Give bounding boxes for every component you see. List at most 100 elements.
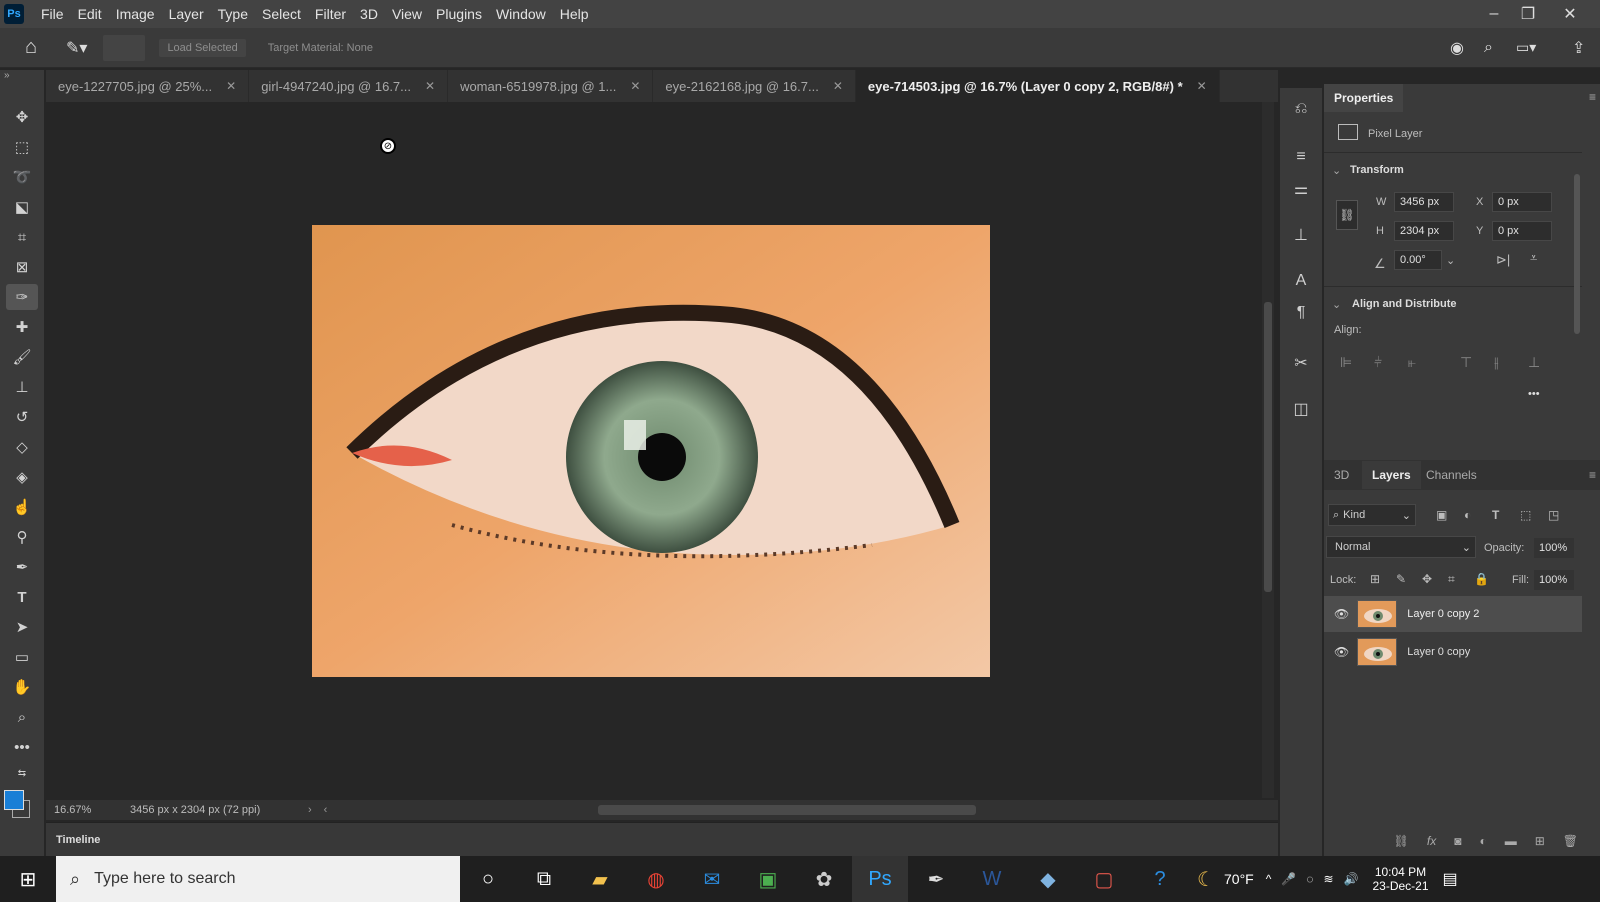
flip-horizontal-icon[interactable]: ⊳|: [1496, 252, 1510, 268]
align-top-icon[interactable]: ⊤: [1460, 354, 1472, 371]
layer-name[interactable]: Layer 0 copy 2: [1407, 608, 1479, 620]
filter-type-icon[interactable]: T: [1492, 508, 1499, 522]
menu-image[interactable]: Image: [109, 0, 162, 28]
close-icon[interactable]: ✕: [630, 79, 640, 93]
layer-row[interactable]: 👁 Layer 0 copy: [1324, 634, 1582, 670]
tab-channels[interactable]: Channels: [1416, 461, 1487, 489]
cortana-icon[interactable]: ○: [460, 856, 516, 902]
tab-document[interactable]: eye-1227705.jpg @ 25%... ✕: [46, 70, 250, 102]
timeline-tab[interactable]: Timeline: [46, 834, 100, 846]
workspace-icon[interactable]: ▭▾: [1516, 39, 1536, 56]
collapse-toolbar-icon[interactable]: »: [4, 70, 10, 81]
task-view-icon[interactable]: ⧉: [516, 856, 572, 902]
swap-colors-icon[interactable]: ⇆: [6, 760, 38, 786]
align-section-title[interactable]: Align and Distribute: [1352, 298, 1457, 310]
libraries-icon[interactable]: ◫: [1286, 396, 1316, 422]
horizontal-scrollbar-thumb[interactable]: [598, 805, 976, 815]
panel-menu-icon[interactable]: ≡: [1589, 90, 1596, 104]
lasso-tool-icon[interactable]: ➰: [6, 164, 38, 190]
tab-document[interactable]: eye-2162168.jpg @ 16.7... ✕: [653, 70, 856, 102]
tools-icon[interactable]: ✂: [1286, 350, 1316, 376]
layer-name[interactable]: Layer 0 copy: [1407, 646, 1470, 658]
paragraph-icon[interactable]: ¶: [1286, 300, 1316, 326]
search-icon[interactable]: ⌕: [1484, 39, 1493, 57]
lock-transparent-icon[interactable]: ⊞: [1370, 572, 1380, 586]
eraser-tool-icon[interactable]: ◇: [6, 434, 38, 460]
menu-help[interactable]: Help: [553, 0, 596, 28]
adjustments-icon[interactable]: ⚌: [1286, 176, 1316, 202]
menu-layer[interactable]: Layer: [162, 0, 211, 28]
opacity-field[interactable]: 100%: [1534, 538, 1574, 558]
link-layers-icon[interactable]: ⛓: [1394, 834, 1409, 848]
close-icon[interactable]: ✕: [833, 79, 843, 93]
word-icon[interactable]: W: [964, 856, 1020, 902]
angle-dropdown-icon[interactable]: ⌄: [1446, 254, 1455, 267]
wifi-icon[interactable]: ≋: [1323, 872, 1333, 886]
history-icon[interactable]: ⎌: [1286, 96, 1316, 122]
eyedropper-tool-icon[interactable]: ✑: [6, 284, 38, 310]
y-field[interactable]: 0 px: [1492, 221, 1552, 241]
tab-properties[interactable]: Properties: [1324, 84, 1404, 112]
menu-select[interactable]: Select: [255, 0, 308, 28]
weather-temperature[interactable]: 70°F: [1224, 871, 1254, 887]
filter-adjustment-icon[interactable]: ◐: [1464, 508, 1471, 522]
link-icon[interactable]: ⛓: [1336, 200, 1358, 230]
close-icon[interactable]: ✕: [425, 79, 435, 93]
file-explorer-icon[interactable]: ▰: [572, 856, 628, 902]
layer-row-selected[interactable]: 👁 Layer 0 copy 2: [1324, 596, 1582, 632]
lock-artboard-icon[interactable]: ⌗: [1448, 572, 1455, 587]
app-icon[interactable]: ▢: [1076, 856, 1132, 902]
paint-bucket-tool-icon[interactable]: ◈: [6, 464, 38, 490]
brush-tool-icon[interactable]: 🖌: [6, 344, 38, 370]
mail-icon[interactable]: ✉: [684, 856, 740, 902]
visibility-eye-icon[interactable]: 👁: [1334, 607, 1349, 621]
microphone-icon[interactable]: 🎤: [1281, 872, 1296, 886]
healing-brush-tool-icon[interactable]: ✚: [6, 314, 38, 340]
tab-document[interactable]: woman-6519978.jpg @ 1... ✕: [448, 70, 654, 102]
align-center-icon[interactable]: ⫩: [1374, 354, 1382, 371]
fill-field[interactable]: 100%: [1534, 570, 1574, 590]
quick-selection-tool-icon[interactable]: ✎▾: [66, 38, 87, 58]
more-options-icon[interactable]: •••: [1528, 388, 1540, 400]
filter-kind-dropdown[interactable]: ⌕ Kind ⌄: [1328, 504, 1416, 526]
scrollbar-thumb[interactable]: [1264, 302, 1272, 592]
more-tools-icon[interactable]: •••: [6, 734, 38, 760]
help-icon[interactable]: ?: [1132, 856, 1188, 902]
document-image[interactable]: [312, 225, 990, 677]
volume-icon[interactable]: 🔊: [1344, 872, 1359, 886]
lock-all-icon[interactable]: 🔒: [1474, 572, 1489, 586]
minimize-icon[interactable]: –: [1476, 0, 1512, 28]
foreground-color-swatch[interactable]: [4, 790, 24, 810]
hand-tool-icon[interactable]: ✋: [6, 674, 38, 700]
menu-file[interactable]: File: [34, 0, 71, 28]
object-selection-tool-icon[interactable]: ⬕: [6, 194, 38, 220]
angle-field[interactable]: 0.00°: [1394, 250, 1442, 270]
lock-position-icon[interactable]: ✥: [1422, 572, 1432, 586]
app-icon[interactable]: ✿: [796, 856, 852, 902]
align-bottom-icon[interactable]: ⊥: [1528, 354, 1540, 371]
app-icon[interactable]: ◆: [1020, 856, 1076, 902]
add-mask-icon[interactable]: ◙: [1454, 834, 1461, 848]
notifications-icon[interactable]: ▤: [1443, 869, 1458, 889]
chevron-down-icon[interactable]: ⌄: [1332, 298, 1341, 311]
history-brush-tool-icon[interactable]: ↺: [6, 404, 38, 430]
align-left-icon[interactable]: ⊫: [1340, 354, 1352, 371]
menu-3d[interactable]: 3D: [353, 0, 385, 28]
trash-icon[interactable]: 🗑: [1563, 834, 1578, 848]
crop-tool-icon[interactable]: ⌗: [6, 224, 38, 250]
rectangle-tool-icon[interactable]: ▭: [6, 644, 38, 670]
new-group-icon[interactable]: ▬: [1505, 834, 1517, 848]
status-arrow-icon[interactable]: ›: [308, 804, 312, 816]
menu-window[interactable]: Window: [489, 0, 553, 28]
smudge-tool-icon[interactable]: ☝: [6, 494, 38, 520]
visibility-eye-icon[interactable]: 👁: [1334, 645, 1349, 659]
blend-mode-dropdown[interactable]: Normal ⌄: [1326, 536, 1476, 558]
load-selected-button[interactable]: Load Selected: [159, 38, 246, 57]
type-tool-icon[interactable]: T: [6, 584, 38, 610]
clone-stamp-tool-icon[interactable]: ⊥: [6, 374, 38, 400]
zoom-tool-icon[interactable]: ⌕: [6, 704, 38, 730]
tab-3d[interactable]: 3D: [1324, 461, 1359, 489]
taskbar-search-box[interactable]: ⌕ Type here to search: [56, 856, 460, 902]
chrome-icon[interactable]: ◍: [628, 856, 684, 902]
height-field[interactable]: 2304 px: [1394, 221, 1454, 241]
